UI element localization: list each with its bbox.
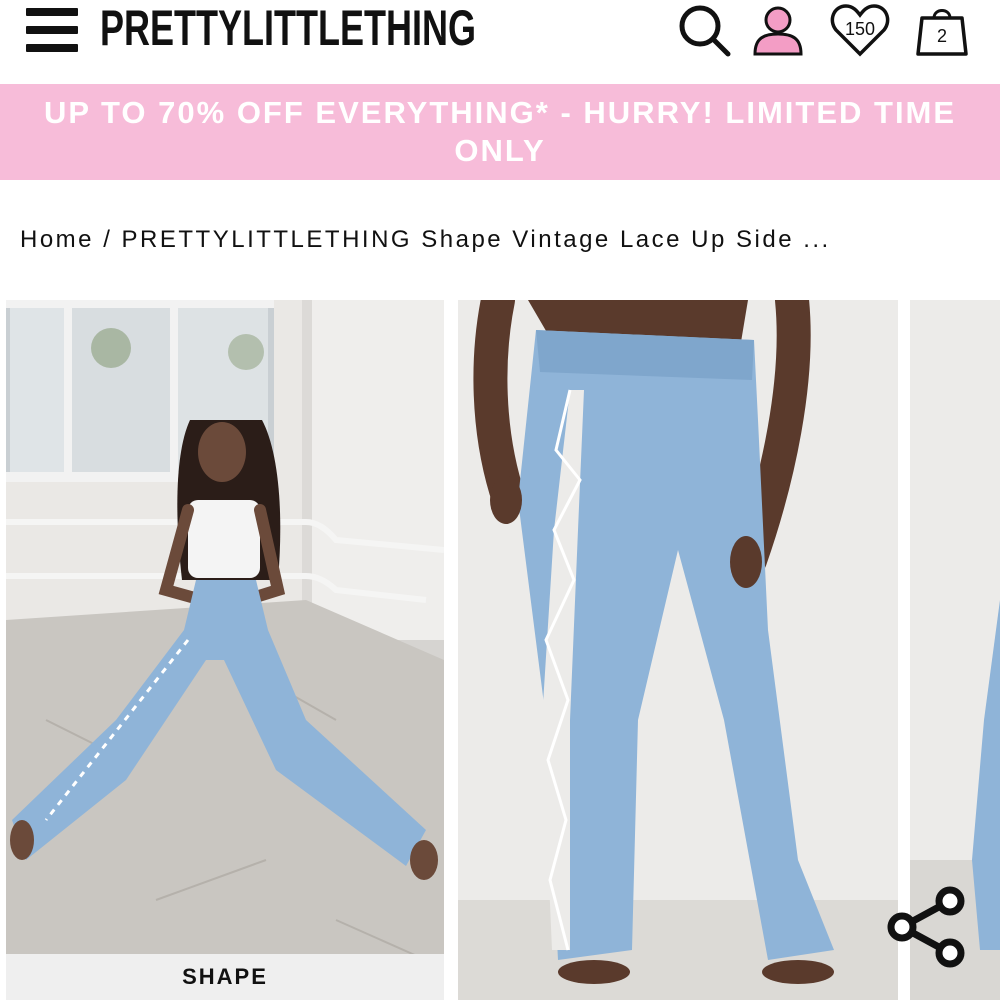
promo-banner[interactable]: UP TO 70% OFF EVERYTHING* - HURRY! LIMIT…	[0, 84, 1000, 180]
breadcrumb: Home / PRETTYLITTLETHING Shape Vintage L…	[20, 226, 831, 254]
search-icon[interactable]	[676, 2, 732, 58]
breadcrumb-current: PRETTYLITTLETHING Shape Vintage Lace Up …	[121, 226, 831, 253]
breadcrumb-separator: /	[94, 226, 122, 253]
wishlist-button[interactable]: 150	[830, 2, 890, 58]
bag-button[interactable]: 2	[914, 2, 970, 58]
user-icon[interactable]	[750, 2, 806, 58]
site-logo[interactable]: PRETTYLITTLETHING	[100, 0, 476, 56]
site-header: PRETTYLITTLETHING 150 2	[0, 0, 1000, 84]
menu-icon[interactable]	[26, 8, 78, 52]
brand-label: SHAPE	[6, 954, 444, 1000]
bag-count: 2	[936, 26, 947, 46]
breadcrumb-home-link[interactable]: Home	[20, 226, 94, 253]
product-image-1[interactable]	[6, 300, 444, 1000]
product-image-2[interactable]	[458, 300, 898, 1000]
product-gallery	[0, 300, 1000, 1000]
wishlist-count: 150	[844, 19, 876, 39]
share-icon[interactable]	[886, 886, 968, 968]
